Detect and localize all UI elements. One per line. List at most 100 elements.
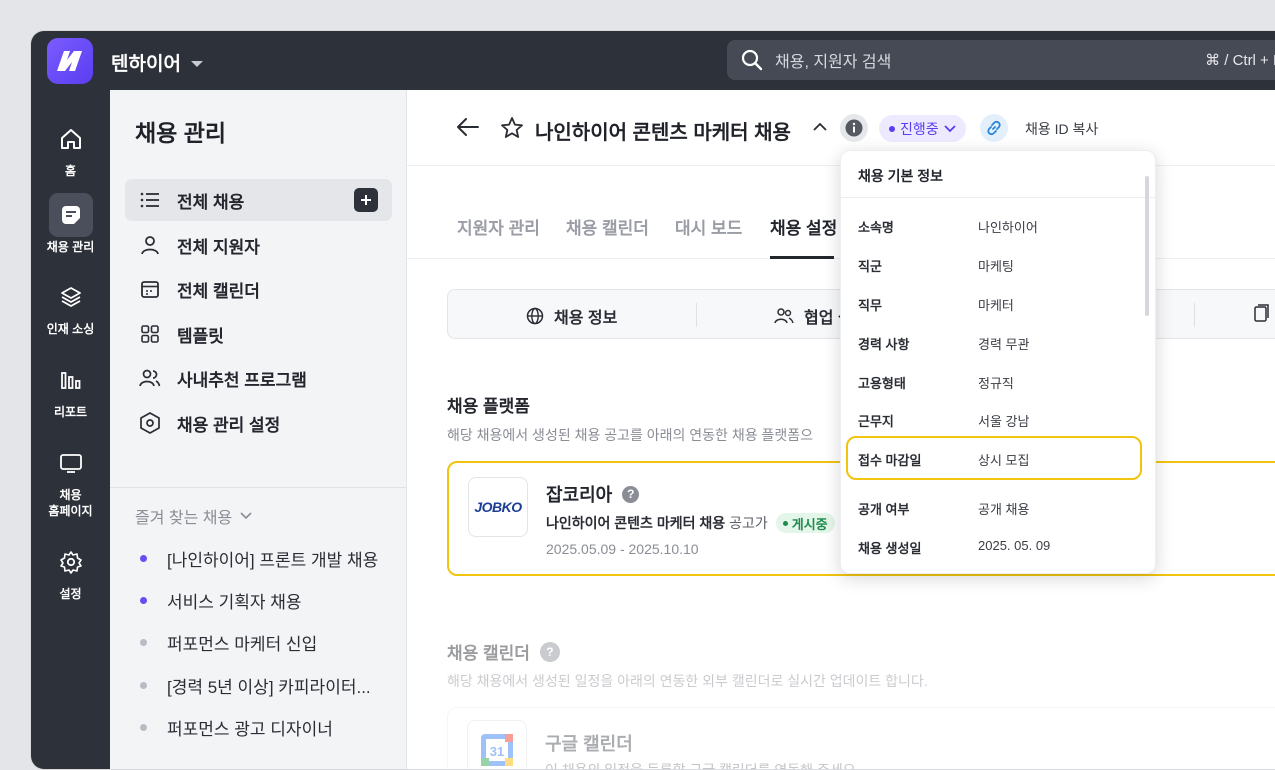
chevron-up-icon[interactable] — [813, 122, 827, 131]
favorites-toggle[interactable]: 즐겨 찾는 채용 — [135, 504, 252, 528]
info-icon — [845, 119, 863, 137]
status-dot — [889, 125, 895, 132]
info-key: 접수 마감일 — [858, 453, 922, 468]
rail-label: 채용 홈페이지 — [48, 488, 93, 518]
info-key: 경력 사항 — [858, 337, 910, 352]
favorite-dot — [140, 682, 147, 689]
job-info-popover: 채용 기본 정보 소속명 나인하이어 직군 마케팅 직무 마케터 경력 사항 경력 무관… — [840, 150, 1156, 574]
info-row: 직무 마케터 — [858, 295, 1138, 314]
chevron-down-icon — [190, 61, 203, 67]
sidebar-item-referral[interactable]: 사내추천 프로그램 — [125, 357, 392, 399]
info-key: 고용형태 — [858, 376, 906, 391]
search-input[interactable]: 채용, 지원자 검색 ⌘ / Ctrl + K — [727, 40, 1275, 80]
tab-settings[interactable]: 채용 설정 — [770, 214, 837, 239]
rail-label: 채용 관리 — [46, 240, 95, 254]
favorite-dot — [140, 639, 147, 646]
rail-item-settings[interactable]: 설정 — [31, 540, 110, 602]
copy-id-link[interactable]: 채용 ID 복사 — [1025, 119, 1098, 139]
rail-label: 인재 소싱 — [46, 322, 95, 336]
info-key: 소속명 — [858, 220, 894, 235]
workspace-name: 텐하이어 — [111, 54, 181, 75]
favorite-job-label: [나인하이어] 프론트 개발 채용 — [167, 551, 379, 570]
globe-icon — [526, 307, 544, 325]
tab-applicants[interactable]: 지원자 관리 — [457, 214, 540, 239]
rail-item-report[interactable]: 리포트 — [31, 358, 110, 420]
monitor-icon — [49, 441, 93, 485]
subtab-divider — [696, 303, 697, 327]
add-job-button[interactable] — [354, 188, 378, 212]
rail-item-home[interactable]: 홈 — [31, 117, 110, 179]
info-key: 직무 — [858, 298, 882, 313]
recruit-icon — [48, 193, 93, 237]
layers-icon — [49, 275, 93, 319]
favorite-job-item[interactable]: 퍼포먼스 마케터 신입 — [140, 630, 317, 655]
sidebar-item-templates[interactable]: 템플릿 — [125, 313, 392, 355]
favorite-job-item[interactable]: [나인하이어] 프론트 개발 채용 — [140, 546, 378, 571]
tab-calendar[interactable]: 채용 캘린더 — [566, 214, 649, 239]
google-calendar-card[interactable]: 31 구글 캘린더 이 채용의 일정을 등록할 구글 캘린더를 연동해 주세요. — [447, 707, 1275, 769]
favorite-job-item[interactable]: [경력 5년 이상] 카피라이터... — [140, 673, 371, 698]
subtab-more[interactable] — [1254, 304, 1270, 322]
info-row: 공개 여부 공개 채용 — [858, 499, 1138, 518]
app-window: 텐하이어 채용, 지원자 검색 ⌘ / Ctrl + K 홈 채용 관리 — [30, 30, 1275, 770]
info-key: 근무지 — [858, 414, 894, 429]
posting-job-title: 나인하이어 콘텐츠 마케터 채용 — [546, 515, 726, 531]
platform-section-title: 채용 플랫폼 — [447, 397, 530, 416]
active-tab-indicator — [770, 256, 834, 259]
rail-item-sourcing[interactable]: 인재 소싱 — [31, 275, 110, 337]
help-icon[interactable]: ? — [622, 485, 640, 503]
grid-icon — [139, 323, 161, 345]
top-bar: 텐하이어 채용, 지원자 검색 ⌘ / Ctrl + K — [31, 31, 1275, 90]
gear-icon — [49, 540, 93, 584]
status-dropdown[interactable]: 진행중 — [879, 115, 966, 142]
posting-suffix: 공고가 — [729, 515, 768, 531]
favorite-dot — [140, 555, 147, 562]
posting-line: 나인하이어 콘텐츠 마케터 채용 공고가 게시중 — [546, 513, 835, 533]
chevron-down-icon — [944, 124, 956, 132]
popover-divider — [841, 197, 1155, 198]
rail-item-recruit[interactable]: 채용 관리 — [31, 193, 110, 255]
link-icon — [987, 120, 1001, 136]
calendar-section-desc: 해당 채용에서 생성된 일정을 아래의 연동한 외부 캘린더로 실시간 업데이트… — [447, 673, 928, 689]
favorite-job-label: 퍼포먼스 광고 디자이너 — [167, 720, 333, 739]
app-logo[interactable] — [47, 38, 93, 84]
info-button[interactable] — [840, 114, 868, 142]
workspace-selector[interactable]: 텐하이어 — [111, 49, 203, 76]
favorites-label: 즐겨 찾는 채용 — [135, 510, 233, 527]
calendar-day-number: 31 — [490, 744, 504, 759]
info-row: 경력 사항 경력 무관 — [858, 334, 1138, 353]
rail-item-career-site[interactable]: 채용 홈페이지 — [31, 441, 110, 519]
favorite-job-item[interactable]: 퍼포먼스 광고 디자이너 — [140, 715, 333, 740]
info-value: 정규직 — [978, 376, 1014, 391]
sidebar-item-all-jobs[interactable]: 전체 채용 — [125, 179, 392, 221]
favorite-dot — [140, 724, 147, 731]
calendar-name: 구글 캘린더 — [545, 734, 633, 754]
rail-label: 설정 — [59, 587, 82, 601]
help-icon[interactable]: ? — [539, 641, 560, 662]
sidebar-item-settings[interactable]: 채용 관리 설정 — [125, 402, 392, 444]
copy-link-button[interactable] — [980, 114, 1008, 142]
info-key: 공개 여부 — [858, 502, 910, 517]
info-row: 소속명 나인하이어 — [858, 217, 1138, 236]
popover-scrollbar[interactable] — [1145, 176, 1149, 316]
list-icon — [139, 189, 161, 211]
search-shortcut: ⌘ / Ctrl + K — [1205, 52, 1275, 69]
info-value: 서울 강남 — [978, 414, 1030, 429]
nav-rail: 홈 채용 관리 인재 소싱 리포트 채용 홈페이지 설정 — [31, 90, 110, 769]
home-icon — [49, 117, 93, 161]
info-key: 채용 생성일 — [858, 541, 922, 556]
info-value: 나인하이어 — [978, 220, 1038, 235]
posting-dates: 2025.05.09 - 2025.10.10 — [546, 541, 699, 557]
sidebar-title: 채용 관리 — [135, 120, 227, 146]
info-row: 직군 마케팅 — [858, 256, 1138, 275]
star-icon[interactable] — [500, 116, 524, 140]
tab-dashboard[interactable]: 대시 보드 — [675, 214, 742, 239]
subtab-job-info[interactable]: 채용 정보 — [526, 304, 617, 328]
document-icon — [1254, 304, 1269, 322]
status-label: 진행중 — [900, 120, 939, 137]
back-arrow-icon[interactable] — [457, 118, 479, 136]
sidebar-item-label: 전체 채용 — [177, 192, 245, 212]
favorite-job-item[interactable]: 서비스 기획자 채용 — [140, 588, 302, 613]
sidebar-item-all-calendar[interactable]: 전체 캘린더 — [125, 268, 392, 310]
sidebar-item-all-applicants[interactable]: 전체 지원자 — [125, 224, 392, 266]
